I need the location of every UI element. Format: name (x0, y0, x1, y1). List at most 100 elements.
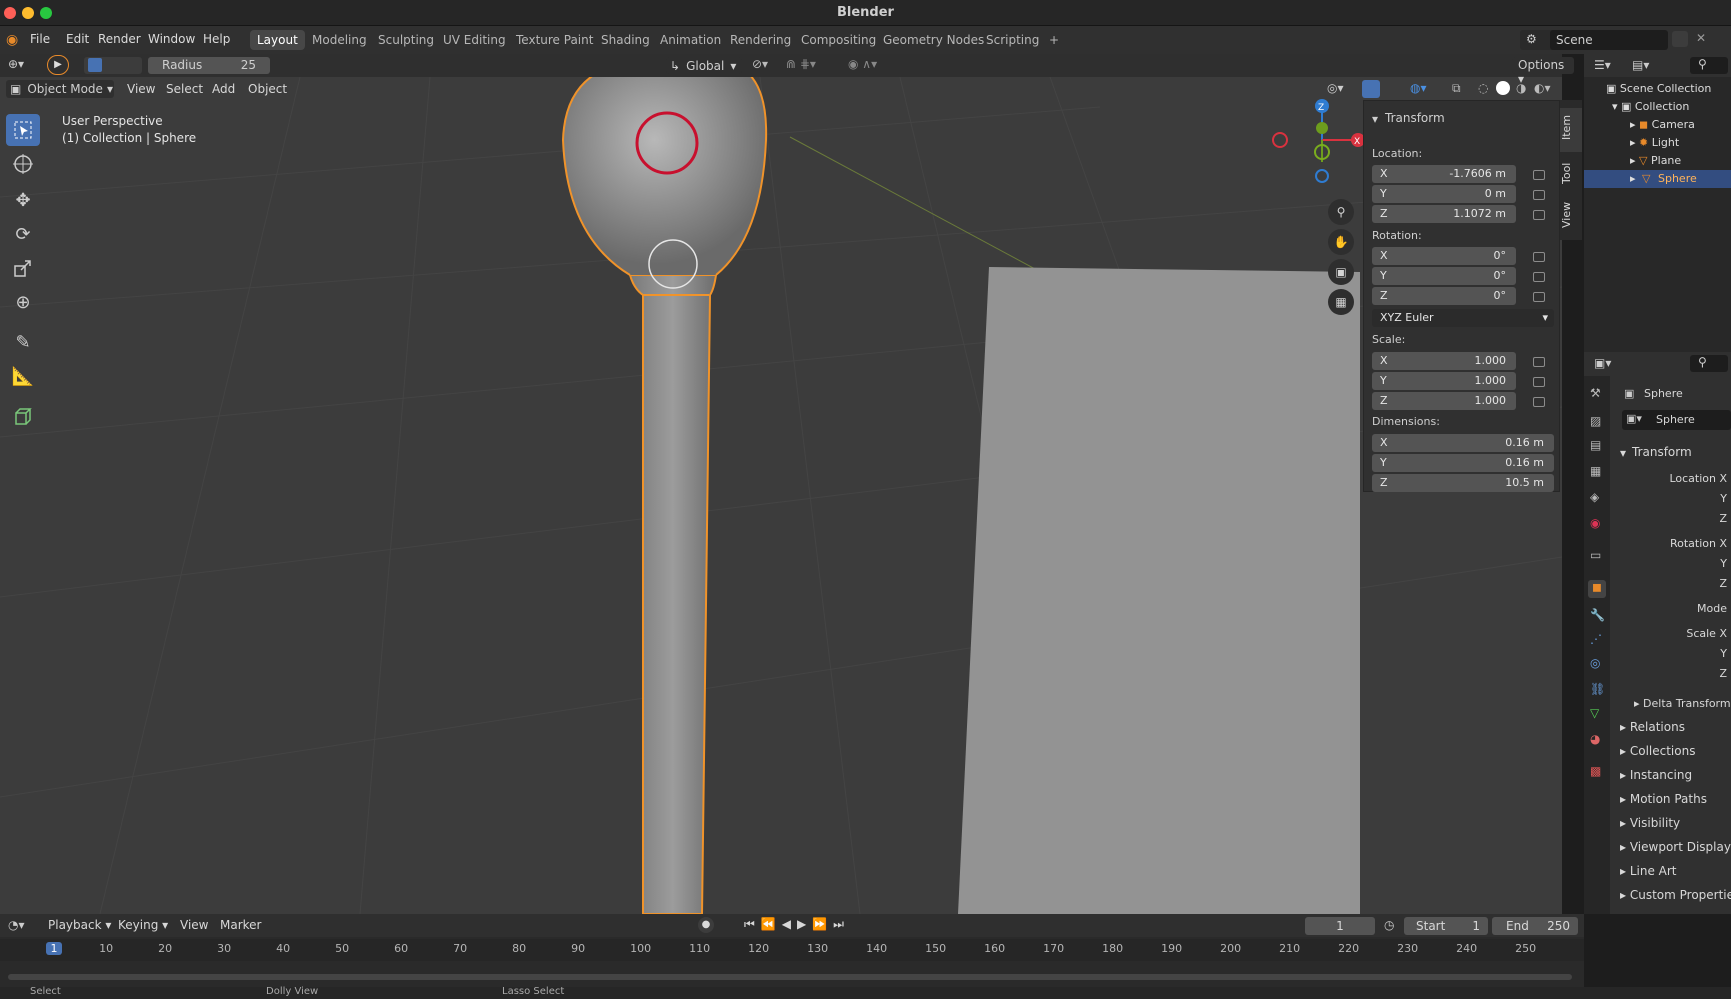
wireframe-shading-icon[interactable]: ◌ (1478, 81, 1488, 95)
end-frame-field[interactable]: End 250 (1492, 917, 1578, 935)
line-art-section[interactable]: ▸ Line Art (1620, 864, 1677, 878)
outliner-item-plane[interactable]: ▸ ▽ Plane (1630, 154, 1681, 167)
3d-viewport[interactable]: Z X User Perspective (1) Collection | Sp… (0, 77, 1562, 914)
constraints-icon[interactable]: ⛓ (1590, 682, 1605, 696)
timeline-menu-marker[interactable]: Marker (220, 918, 261, 932)
world-properties-icon[interactable]: ◉ (1590, 516, 1600, 530)
viewport-display-section[interactable]: ▸ Viewport Display (1620, 840, 1731, 854)
scene-selector[interactable]: Scene (1550, 30, 1668, 50)
menu-help[interactable]: Help (203, 32, 230, 46)
tab-shading[interactable]: Shading (594, 30, 657, 50)
scene-properties-icon[interactable]: ◈ (1590, 490, 1599, 504)
menu-window[interactable]: Window (148, 32, 195, 46)
output-properties-icon[interactable]: ▤ (1590, 438, 1601, 452)
lock-icon[interactable] (1533, 292, 1545, 302)
menu-edit[interactable]: Edit (66, 32, 89, 46)
material-preview-icon[interactable]: ◑ (1516, 81, 1526, 95)
tab-rendering[interactable]: Rendering (723, 30, 798, 50)
tab-layout[interactable]: Layout (250, 30, 305, 50)
object-name-field[interactable]: ▣▾ Sphere (1622, 410, 1731, 430)
rotate-tool-icon[interactable]: ⟳ (6, 218, 40, 250)
add-cube-tool-icon[interactable] (6, 400, 40, 432)
select-new-icon[interactable] (88, 58, 102, 72)
timeline-editor-icon[interactable]: ◔▾ (8, 918, 25, 932)
motion-paths-section[interactable]: ▸ Motion Paths (1620, 792, 1707, 806)
timeline-menu-view[interactable]: View (180, 918, 208, 932)
rotation-mode-dropdown[interactable]: XYZ Euler ▾ (1372, 309, 1554, 327)
camera-view-icon[interactable]: ▣ (1328, 259, 1354, 285)
playback-controls[interactable]: ⏮⏪◀▶⏩⏭ (744, 917, 850, 932)
tab-texture-paint[interactable]: Texture Paint (509, 30, 600, 50)
scale-x-field[interactable]: X 1.000 (1372, 352, 1516, 370)
solid-shading-icon[interactable] (1496, 81, 1510, 95)
sphere-object[interactable] (561, 77, 768, 914)
viewport-menu-view[interactable]: View (127, 82, 155, 96)
scale-y-field[interactable]: Y 1.000 (1372, 372, 1516, 390)
timeline-scrollbar[interactable] (8, 974, 1572, 980)
clock-icon[interactable]: ◷ (1384, 918, 1394, 932)
mode-dropdown[interactable]: ▣ Object Mode ▾ (6, 80, 114, 98)
menu-file[interactable]: File (30, 32, 50, 46)
collapse-arrow-icon[interactable]: ▾ (1372, 112, 1378, 126)
rotation-x-field[interactable]: X 0° (1372, 247, 1516, 265)
transform-section-arrow-icon[interactable]: ▾ (1620, 446, 1626, 460)
instancing-section[interactable]: ▸ Instancing (1620, 768, 1692, 782)
lock-icon[interactable] (1533, 190, 1545, 200)
lock-icon[interactable] (1533, 272, 1545, 282)
tool-properties-icon[interactable]: ⚒ (1590, 386, 1601, 400)
move-tool-icon[interactable]: ✥ (6, 184, 40, 216)
collection-row[interactable]: ▾ ▣ Collection (1612, 100, 1689, 113)
physics-icon[interactable]: ◎ (1590, 656, 1600, 670)
data-properties-icon[interactable]: ▽ (1590, 706, 1599, 720)
tab-view[interactable]: View (1560, 198, 1582, 238)
collections-section[interactable]: ▸ Collections (1620, 744, 1695, 758)
outliner-item-camera[interactable]: ▸ ◼ Camera (1630, 118, 1695, 131)
transform-panel-title[interactable]: Transform (1385, 111, 1445, 125)
tab-modeling[interactable]: Modeling (305, 30, 374, 50)
pivot-point-icon[interactable]: ⊘▾ (752, 57, 768, 71)
location-z-field[interactable]: Z 1.1072 m (1372, 205, 1516, 223)
active-tool-icon[interactable]: ▶ (47, 55, 69, 75)
tab-animation[interactable]: Animation (653, 30, 728, 50)
start-frame-field[interactable]: Start 1 (1404, 917, 1488, 935)
location-x-field[interactable]: X -1.7606 m (1372, 165, 1516, 183)
transform-tool-icon[interactable]: ⊕ (6, 286, 40, 318)
location-y-field[interactable]: Y0 m (1372, 185, 1516, 203)
object-properties-icon[interactable]: ◼ (1588, 580, 1606, 598)
measure-tool-icon[interactable]: 📐 (6, 360, 40, 392)
lock-icon[interactable] (1533, 210, 1545, 220)
visibility-section[interactable]: ▸ Visibility (1620, 816, 1680, 830)
editor-type-icon[interactable]: ⊕▾ (8, 57, 24, 71)
pan-hand-icon[interactable]: ✋ (1328, 229, 1354, 255)
properties-transform-title[interactable]: Transform (1632, 445, 1692, 459)
properties-search-icon[interactable]: ⚲ (1690, 355, 1728, 372)
scale-z-field[interactable]: Z 1.000 (1372, 392, 1516, 410)
timeline-menu-keying[interactable]: Keying ▾ (118, 918, 168, 932)
proportional-editing-icon[interactable]: ◉ ∧▾ (848, 57, 877, 71)
frame-ruler[interactable]: 1 10 20 30 40 50 60 70 80 90 100 110 120 130 140 150 160… (0, 939, 1584, 961)
snap-icon[interactable]: ⋒ ⋕▾ (786, 57, 816, 71)
tab-uv-editing[interactable]: UV Editing (436, 30, 513, 50)
tab-geometry-nodes[interactable]: Geometry Nodes (876, 30, 991, 50)
tab-tool[interactable]: Tool (1560, 156, 1582, 196)
gizmo-toggle-icon[interactable] (1362, 80, 1380, 98)
select-tool-icon[interactable] (6, 114, 40, 146)
dimensions-z-field[interactable]: Z 10.5 m (1372, 474, 1554, 492)
viewport-menu-select[interactable]: Select (166, 82, 203, 96)
record-icon[interactable]: ● (698, 917, 714, 933)
navigation-gizmo[interactable]: Z X (1272, 99, 1365, 183)
view-layer-icon[interactable]: ▦ (1590, 464, 1601, 478)
properties-editor-icon[interactable]: ▣▾ (1594, 356, 1611, 370)
outliner-item-light[interactable]: ▸ ✹ Light (1630, 136, 1679, 149)
add-workspace-button[interactable]: + (1042, 30, 1066, 50)
rotation-z-field[interactable]: Z 0° (1372, 287, 1516, 305)
lock-icon[interactable] (1533, 252, 1545, 262)
particles-icon[interactable]: ⋰ (1590, 632, 1602, 646)
zoom-icon[interactable]: ⚲ (1328, 199, 1354, 225)
scene-collection-row[interactable]: ▣ Scene Collection (1606, 82, 1711, 95)
relations-section[interactable]: ▸ Relations (1620, 720, 1685, 734)
delete-scene-icon[interactable]: ✕ (1696, 31, 1706, 45)
visibility-icon[interactable]: ◎▾ (1327, 81, 1344, 95)
tab-compositing[interactable]: Compositing (794, 30, 883, 50)
lock-icon[interactable] (1533, 377, 1545, 387)
